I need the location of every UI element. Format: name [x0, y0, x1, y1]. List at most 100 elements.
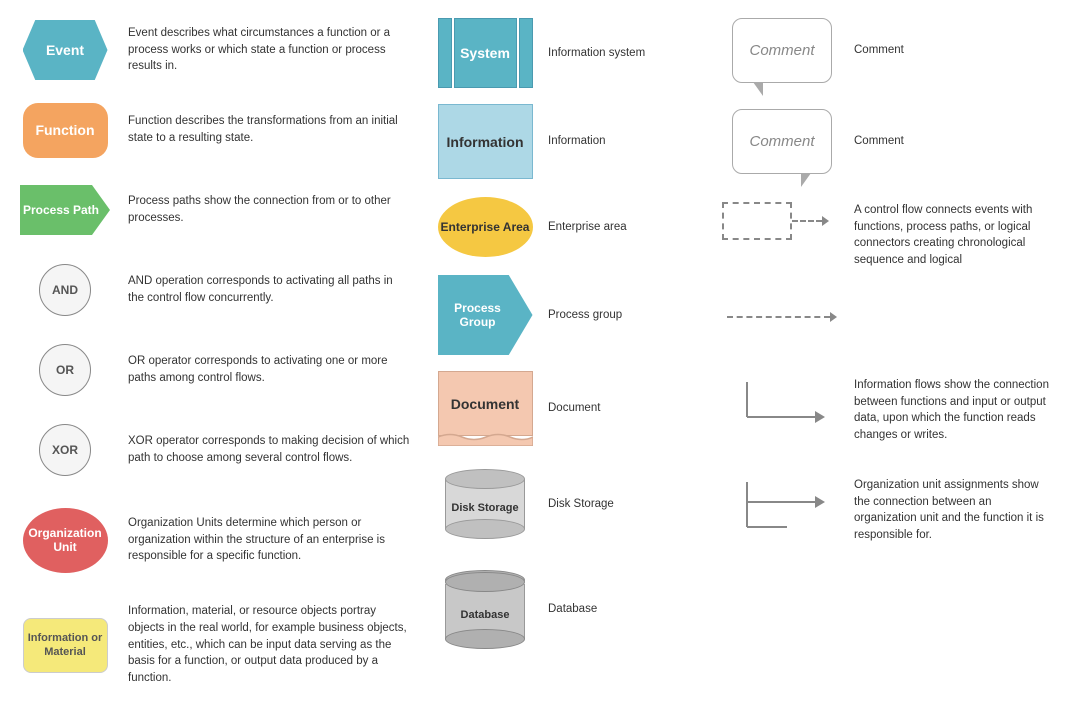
list-item: Document Document [420, 363, 710, 454]
list-item: Database Database [420, 554, 710, 664]
enterprise-area-label: Enterprise Area [441, 220, 530, 234]
db-cylinder-top2 [445, 572, 525, 592]
list-item: Process Path Process paths show the conn… [0, 170, 420, 250]
list-item: Disk Storage Disk Storage [420, 454, 710, 554]
comment2-shape: Comment [732, 109, 832, 174]
system-desc: Information system [540, 45, 700, 62]
or-label: OR [56, 363, 74, 377]
info-mat-desc: Information, material, or resource objec… [120, 603, 410, 686]
event-shape-wrap: Event [10, 20, 120, 80]
list-item: System Information system [420, 10, 710, 96]
org-assign-shape-wrap [722, 477, 842, 542]
org-unit-shape: Organization Unit [23, 508, 108, 573]
org-unit-desc: Organization Units determine which perso… [120, 515, 410, 565]
process-path-shape-wrap: Process Path [10, 185, 120, 235]
org-unit-label: Organization Unit [28, 526, 103, 555]
control-flow-shape-wrap [722, 202, 842, 240]
ctrl-flow-line [792, 220, 822, 222]
document-wave [438, 432, 533, 446]
dashed-arrow-wrap [722, 312, 842, 322]
xor-label: XOR [52, 443, 78, 457]
process-path-label: Process Path [23, 203, 99, 217]
ctrl-flow-rect [722, 202, 792, 240]
dashed-arrowhead [830, 312, 837, 322]
list-item: Organization Unit Organization Units det… [0, 490, 420, 590]
list-item: Comment Comment [710, 101, 1067, 182]
process-path-shape: Process Path [20, 185, 110, 235]
column-1: Event Event describes what circumstances… [0, 10, 420, 700]
and-shape-wrap: AND [10, 264, 120, 316]
org-assign-arrowhead [815, 496, 825, 508]
list-item: Function Function describes the transfor… [0, 90, 420, 170]
list-item: Process Group Process group [420, 267, 710, 363]
org-unit-shape-wrap: Organization Unit [10, 508, 120, 573]
list-item: XOR XOR operator corresponds to making d… [0, 410, 420, 490]
database-desc: Database [540, 601, 700, 618]
or-shape-wrap: OR [10, 344, 120, 396]
or-desc: OR operator corresponds to activating on… [120, 353, 410, 386]
info-mat-shape: Information or Material [23, 618, 108, 673]
comment1-shape-wrap: Comment [722, 18, 842, 83]
system-shape: System [438, 18, 533, 88]
process-group-shape-wrap: Process Group [430, 275, 540, 355]
disk-storage-label: Disk Storage [451, 502, 518, 514]
xor-desc: XOR operator corresponds to making decis… [120, 433, 410, 466]
list-item: Comment Comment [710, 10, 1067, 91]
event-shape: Event [23, 20, 108, 80]
cylinder-bottom [445, 519, 525, 539]
list-item: Information flows show the connection be… [710, 357, 1067, 457]
function-shape: Function [23, 103, 108, 158]
list-item [710, 277, 1067, 357]
column-3: Comment Comment Comment Comment [710, 10, 1067, 700]
information-shape-wrap: Information [430, 104, 540, 179]
database-shape: Database [438, 570, 533, 649]
xor-shape-wrap: XOR [10, 424, 120, 476]
event-desc: Event describes what circumstances a fun… [120, 25, 410, 75]
list-item: Information Information [420, 96, 710, 187]
cylinder-top [445, 469, 525, 489]
list-item: OR OR operator corresponds to activating… [0, 330, 420, 410]
info-flow-arrowhead [815, 411, 825, 423]
db-cylinder-bottom [445, 629, 525, 649]
document-label: Document [451, 396, 519, 412]
ctrl-flow-row1 [722, 202, 842, 240]
or-shape: OR [39, 344, 91, 396]
comment1-label: Comment [749, 42, 814, 59]
system-side-right [519, 18, 533, 88]
list-item: Enterprise Area Enterprise area [420, 187, 710, 267]
system-shape-wrap: System [430, 18, 540, 88]
and-label: AND [52, 283, 78, 297]
list-item: A control flow connects events with func… [710, 182, 1067, 277]
document-body: Document [438, 371, 533, 436]
document-shape-wrap: Document [430, 371, 540, 446]
and-desc: AND operation corresponds to activating … [120, 273, 410, 306]
legend-container: Event Event describes what circumstances… [0, 0, 1067, 710]
document-shape: Document [438, 371, 533, 446]
list-item: Event Event describes what circumstances… [0, 10, 420, 90]
function-desc: Function describes the transformations f… [120, 113, 410, 146]
event-label: Event [46, 42, 84, 58]
enterprise-area-shape-wrap: Enterprise Area [430, 197, 540, 257]
and-shape: AND [39, 264, 91, 316]
enterprise-area-desc: Enterprise area [540, 219, 700, 236]
ctrl-flow-arrowhead [822, 216, 829, 226]
process-group-shape: Process Group [438, 275, 533, 355]
process-path-desc: Process paths show the connection from o… [120, 193, 410, 226]
system-main: System [454, 18, 517, 88]
org-assign-desc: Organization unit assignments show the c… [854, 477, 1055, 544]
information-label: Information [447, 134, 524, 150]
document-desc: Document [540, 400, 700, 417]
process-group-desc: Process group [540, 307, 700, 324]
info-mat-shape-wrap: Information or Material [10, 618, 120, 673]
database-shape-wrap: Database [430, 570, 540, 649]
comment2-shape-wrap: Comment [722, 109, 842, 174]
list-item: Information or Material Information, mat… [0, 590, 420, 700]
comment2-desc: Comment [854, 133, 1055, 150]
org-assign-shape [737, 477, 827, 542]
info-flow-shape-wrap [722, 377, 842, 432]
comment1-desc: Comment [854, 42, 1055, 59]
dashed-line [727, 316, 830, 318]
disk-storage-shape: Disk Storage [438, 469, 533, 539]
list-item: Organization unit assignments show the c… [710, 457, 1067, 557]
system-label: System [460, 45, 510, 61]
